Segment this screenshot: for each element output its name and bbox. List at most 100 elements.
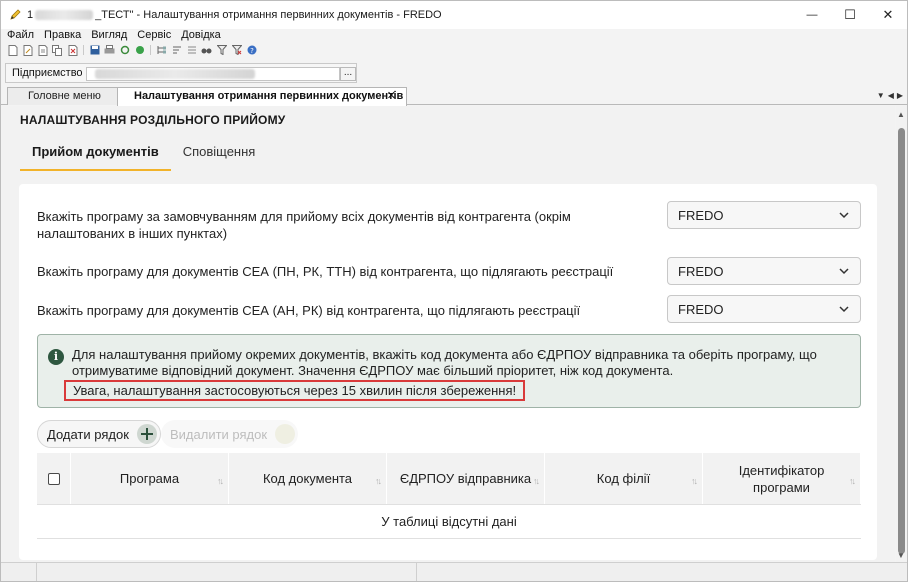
redacted-text [95,69,255,79]
toolbar-separator [83,45,84,55]
warning-text: Увага, налаштування застосовуються через… [64,380,526,401]
clear-filter-icon[interactable] [231,45,242,56]
tab-main-menu[interactable]: Головне меню [7,87,123,105]
save-icon[interactable] [89,45,100,56]
menu-edit[interactable]: Правка [38,29,85,42]
tab-label: Головне меню [28,90,101,102]
sort-icon[interactable]: ↑↓ [849,473,856,490]
edit-document-icon[interactable] [22,44,33,56]
tab-next-icon[interactable]: ▶ [897,91,903,100]
tree-icon[interactable] [156,45,167,56]
select-value: FREDO [678,263,724,279]
add-row-button[interactable]: Додати рядок [37,420,161,448]
tab-document-reception[interactable]: Прийом документів [20,144,171,171]
tab-receiving-settings[interactable]: Налаштування отримання первинних докумен… [117,87,407,106]
delete-row-label: Видалити рядок [170,426,268,442]
application-window: 1 _ТЕСТ" - Налаштування отримання первин… [0,0,908,582]
select-all-checkbox[interactable] [47,472,60,485]
toolbar-separator [150,45,151,55]
sea-pn-rk-ttn-label: Вкажіть програму для документів СЕА (ПН,… [37,264,614,279]
sort-icon[interactable]: ↑↓ [533,473,540,490]
main-content: НАЛАШТУВАННЯ РОЗДІЛЬНОГО ПРИЙОМУ Прийом … [2,106,895,562]
column-branch-code[interactable]: Код філії ↑↓ [545,453,703,504]
window-title-suffix: _ТЕСТ" - Налаштування отримання первинни… [95,9,442,21]
column-sender-edrpou[interactable]: ЄДРПОУ відправника ↑↓ [387,453,545,504]
help-icon[interactable]: ? [246,45,257,56]
column-program[interactable]: Програма ↑↓ [71,453,229,504]
column-label: Програма [119,471,180,486]
enterprise-field[interactable] [86,67,340,81]
delete-row-button[interactable]: Видалити рядок [161,420,299,448]
new-document-icon[interactable] [7,44,18,56]
view-document-icon[interactable] [37,44,48,56]
column-label: ЄДРПОУ відправника [399,471,532,486]
pencil-app-icon [7,7,23,23]
scroll-down-icon[interactable]: ▼ [897,551,905,560]
status-cell [37,563,417,581]
menu-file[interactable]: Файл [1,29,38,42]
table-empty-message: У таблиці відсутні дані [37,505,861,539]
tab-label: Налаштування отримання первинних докумен… [134,90,404,102]
menu-view[interactable]: Вигляд [85,29,131,42]
table-header: Програма ↑↓ Код документа ↑↓ ЄДРПОУ відп… [37,453,861,505]
export-icon[interactable] [134,45,145,56]
sea-an-rk-label: Вкажіть програму для документів СЕА (АН,… [37,303,581,318]
scroll-up-icon[interactable]: ▲ [897,110,905,119]
svg-text:?: ? [250,47,254,55]
close-button[interactable]: ✕ [869,1,907,29]
chevron-down-icon [839,268,849,275]
document-tabs: Головне меню Налаштування отримання перв… [1,85,907,106]
select-all-cell [37,453,71,504]
settings-card: Вкажіть програму за замовчуванням для пр… [19,184,877,560]
filter-icon[interactable] [216,45,227,56]
sea-an-rk-select[interactable]: FREDO [667,295,861,323]
enterprise-selector: Підприємство ... [5,63,357,83]
print-icon[interactable] [104,45,115,56]
column-program-id[interactable]: Ідентифікатор програми ↑↓ [703,453,861,504]
sort-icon[interactable]: ↑↓ [691,473,698,490]
enterprise-label: Підприємство [12,67,83,79]
refresh-icon[interactable] [119,45,130,56]
default-program-select[interactable]: FREDO [667,201,861,229]
copy-document-icon[interactable] [52,44,63,56]
menu-help[interactable]: Довідка [175,29,225,42]
status-cell [1,563,37,581]
chevron-down-icon [839,306,849,313]
window-title-prefix: 1 [27,9,34,21]
minimize-button[interactable]: — [793,1,831,29]
sort-icon[interactable]: ↑↓ [217,473,224,490]
redacted-text [35,10,94,20]
inner-tabs: Прийом документів Сповіщення [20,144,267,171]
sea-pn-rk-ttn-select[interactable]: FREDO [667,257,861,285]
tab-list-icon[interactable]: ▼ [877,91,885,100]
tab-notifications[interactable]: Сповіщення [171,144,268,171]
menu-service[interactable]: Сервіс [131,29,175,42]
default-program-label: Вкажіть програму за замовчуванням для пр… [37,209,571,241]
maximize-button[interactable]: ☐ [831,1,869,29]
tab-prev-icon[interactable]: ◀ [888,91,894,100]
enterprise-browse-button[interactable]: ... [340,67,356,81]
column-label: Код філії [596,471,651,486]
menu-bar: Файл Правка Вигляд Сервіс Довідка [1,29,907,42]
delete-icon [275,424,296,444]
page-title: НАЛАШТУВАННЯ РОЗДІЛЬНОГО ПРИЙОМУ [20,113,286,127]
scrollbar-thumb[interactable] [898,128,905,554]
sort-icon[interactable]: ↑↓ [375,473,382,490]
find-icon[interactable] [201,45,212,56]
toolbar: ? [7,43,257,57]
column-label: Код документа [262,471,353,486]
select-value: FREDO [678,301,724,317]
vertical-scrollbar[interactable]: ▲ ▼ [896,106,907,562]
column-document-code[interactable]: Код документа ↑↓ [229,453,387,504]
tab-close-icon[interactable]: ✕ [387,88,396,105]
chevron-down-icon [839,212,849,219]
sort-icon[interactable] [171,45,182,56]
select-value: FREDO [678,207,724,223]
window-title: 1 _ТЕСТ" - Налаштування отримання первин… [27,9,442,21]
info-text: Для налаштування прийому окремих докумен… [72,347,817,378]
plus-icon [136,424,157,444]
info-icon: i [48,349,64,365]
delete-document-icon[interactable] [67,44,78,56]
tab-navigation: ▼ ◀ ▶ [877,91,903,100]
list-icon[interactable] [186,45,197,56]
